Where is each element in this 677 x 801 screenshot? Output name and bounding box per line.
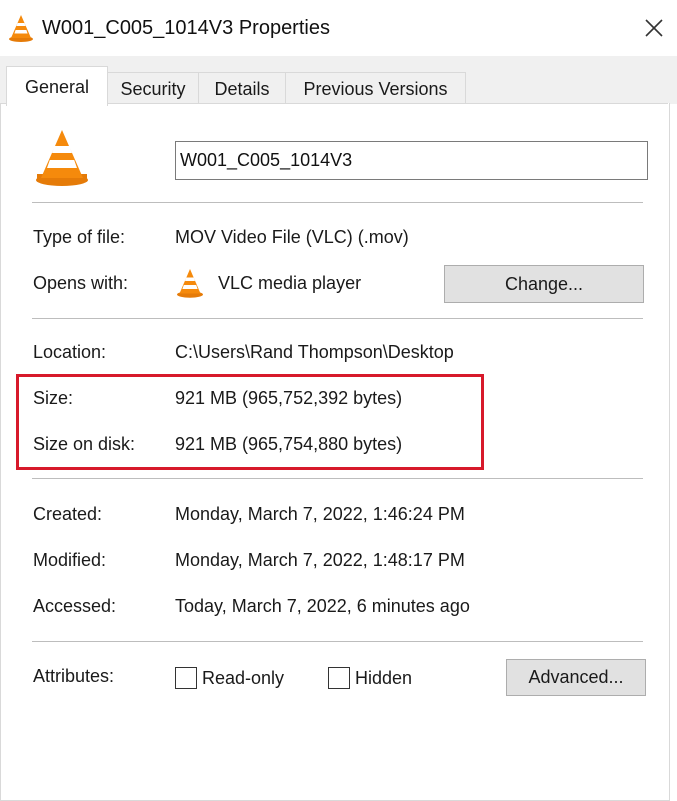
hidden-checkbox[interactable] xyxy=(328,667,350,689)
location-label: Location: xyxy=(33,342,107,362)
size-on-disk-value: 921 MB (965,754,880 bytes) xyxy=(175,434,403,454)
type-of-file-label: Type of file: xyxy=(33,227,126,247)
accessed-value: Today, March 7, 2022, 6 minutes ago xyxy=(175,596,470,616)
tab-details[interactable]: Details xyxy=(198,72,286,104)
vlc-cone-icon xyxy=(177,269,203,298)
opens-with-value: VLC media player xyxy=(218,273,362,293)
file-name-input[interactable] xyxy=(175,141,648,180)
created-label: Created: xyxy=(33,504,103,524)
divider xyxy=(32,318,643,319)
hidden-label[interactable]: Hidden xyxy=(355,666,412,690)
opens-with-label: Opens with: xyxy=(33,273,129,293)
size-on-disk-label: Size on disk: xyxy=(33,434,136,454)
accessed-label: Accessed: xyxy=(33,596,117,616)
divider xyxy=(32,478,643,479)
read-only-checkbox[interactable] xyxy=(175,667,197,689)
divider xyxy=(32,641,643,642)
vlc-cone-icon xyxy=(9,15,33,42)
modified-label: Modified: xyxy=(33,550,107,570)
location-value: C:\Users\Rand Thompson\Desktop xyxy=(175,342,454,362)
size-label: Size: xyxy=(33,388,74,408)
tab-security[interactable]: Security xyxy=(107,72,199,104)
title-bar: W001_C005_1014V3 Properties xyxy=(0,0,677,56)
divider xyxy=(32,202,643,203)
advanced-button[interactable]: Advanced... xyxy=(506,659,646,696)
change-button[interactable]: Change... xyxy=(444,265,644,303)
created-value: Monday, March 7, 2022, 1:46:24 PM xyxy=(175,504,465,524)
read-only-label[interactable]: Read-only xyxy=(202,666,284,690)
properties-dialog: W001_C005_1014V3 Properties General Secu… xyxy=(0,0,677,801)
close-button[interactable] xyxy=(631,2,677,54)
attributes-label: Attributes: xyxy=(33,666,115,686)
close-icon xyxy=(645,19,663,37)
vlc-cone-icon xyxy=(36,130,88,186)
window-title: W001_C005_1014V3 Properties xyxy=(42,17,330,39)
tab-general[interactable]: General xyxy=(6,66,108,106)
modified-value: Monday, March 7, 2022, 1:48:17 PM xyxy=(175,550,465,570)
tab-previous-versions[interactable]: Previous Versions xyxy=(285,72,466,104)
type-of-file-value: MOV Video File (VLC) (.mov) xyxy=(175,227,409,247)
size-value: 921 MB (965,752,392 bytes) xyxy=(175,388,403,408)
